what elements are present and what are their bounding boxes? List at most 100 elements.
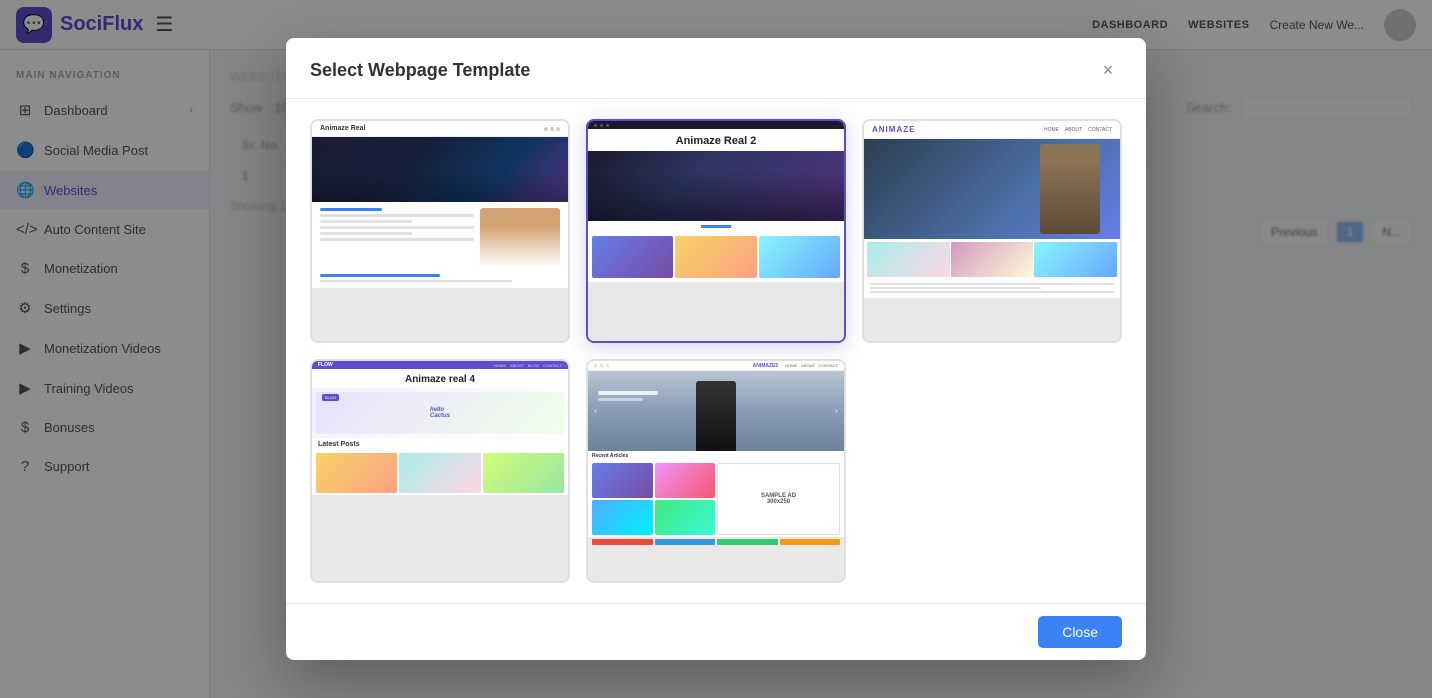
template-preview-3: ANIMAZE HOME ABOUT CONTACT <box>864 121 1120 341</box>
tpl2-dot-3 <box>606 124 609 127</box>
tpl5-color-2 <box>655 539 716 545</box>
template-card-animaze-real-2[interactable]: Animaze Real 2 <box>586 119 846 343</box>
tpl3-row-2 <box>870 287 1041 289</box>
tpl1-line-4 <box>320 232 412 235</box>
tpl4-nav: HOME ABOUT BLOG CONTACT <box>494 363 562 368</box>
tpl1-dot-2 <box>550 127 554 131</box>
modal-overlay[interactable]: Select Webpage Template × Animaze Real <box>0 0 1432 698</box>
tpl5-nav-2: ABOUT <box>801 363 815 368</box>
tpl3-row-1 <box>870 283 1114 285</box>
tpl2-hero-image <box>588 171 844 221</box>
template-card-animaze-5[interactable]: ANIMAZE5 HOME ABOUT CONTACT <box>586 359 846 583</box>
tpl1-line-blue <box>320 208 382 211</box>
tpl4-title-text: Animaze real 4 <box>320 374 560 385</box>
template-card-animaze-3[interactable]: ANIMAZE HOME ABOUT CONTACT <box>862 119 1122 343</box>
template-card-animaze-real-1[interactable]: Animaze Real <box>310 119 570 343</box>
tpl3-bottom-images <box>864 239 1120 280</box>
modal-close-footer-button[interactable]: Close <box>1038 616 1122 648</box>
tpl3-hero <box>864 139 1120 239</box>
tpl5-ad-4 <box>655 500 716 535</box>
tpl2-grid-item-1 <box>592 236 673 278</box>
tpl4-logo-text: FLOW <box>318 362 333 368</box>
tpl3-header: ANIMAZE HOME ABOUT CONTACT <box>864 121 1120 139</box>
tpl1-person-graphic <box>480 208 560 268</box>
tpl5-hero-line-2 <box>598 398 643 401</box>
tpl1-logo-text: Animaze Real <box>320 125 366 132</box>
template-card-animaze-real-4[interactable]: FLOW HOME ABOUT BLOG CONTACT Animaze rea… <box>310 359 570 583</box>
tpl5-ads-label: Recent Articles <box>588 451 844 461</box>
tpl1-text-col <box>320 208 474 268</box>
tpl1-hero-image <box>312 137 568 202</box>
tpl2-dot-1 <box>594 124 597 127</box>
tpl5-hero-person <box>696 381 736 451</box>
tpl3-img-3 <box>1034 242 1117 277</box>
tpl1-header: Animaze Real <box>312 121 568 137</box>
modal-footer: Close <box>286 603 1146 660</box>
tpl4-hero-inner: helloCactus <box>316 392 564 434</box>
tpl4-header: FLOW HOME ABOUT BLOG CONTACT <box>312 361 568 369</box>
tpl1-line-2 <box>320 220 412 223</box>
tpl4-post-2 <box>399 453 480 493</box>
tpl3-nav-3: CONTACT <box>1088 127 1112 133</box>
tpl5-ad-2 <box>655 463 716 498</box>
template-preview-2: Animaze Real 2 <box>588 121 844 341</box>
templates-grid: Animaze Real <box>310 119 1122 583</box>
tpl1-footer-line <box>320 280 512 282</box>
tpl1-dot-3 <box>556 127 560 131</box>
tpl5-nav-3: CONTACT <box>819 363 838 368</box>
tpl2-dot-2 <box>600 124 603 127</box>
tpl4-hero-text: helloCactus <box>430 407 450 419</box>
tpl3-nav-1: HOME <box>1044 127 1059 133</box>
tpl3-person-graphic <box>1040 144 1100 234</box>
tpl5-bottom-colors <box>592 539 840 545</box>
tpl5-logo-text: ANIMAZE5 <box>753 363 779 369</box>
tpl1-line-3 <box>320 226 474 229</box>
tpl5-dot-2 <box>600 364 603 367</box>
tpl4-posts-grid <box>312 451 568 495</box>
tpl5-hero-line-1 <box>598 391 658 395</box>
tpl5-ad-sample-text: SAMPLE AD300x250 <box>761 493 796 505</box>
tpl5-color-3 <box>717 539 778 545</box>
template-preview-5: ANIMAZE5 HOME ABOUT CONTACT <box>588 361 844 581</box>
tpl1-line-5 <box>320 238 474 241</box>
tpl3-row-3 <box>870 291 1114 293</box>
tpl1-content <box>312 202 568 288</box>
tpl1-dots <box>544 127 560 131</box>
tpl4-post-1 <box>316 453 397 493</box>
tpl5-mini-bar: ANIMAZE5 HOME ABOUT CONTACT <box>588 361 844 371</box>
tpl2-grid-item-3 <box>759 236 840 278</box>
tpl4-nav-4: CONTACT <box>543 363 562 368</box>
tpl3-nav-2: ABOUT <box>1065 127 1082 133</box>
modal-close-button[interactable]: × <box>1094 56 1122 84</box>
modal-header: Select Webpage Template × <box>286 38 1146 99</box>
modal-body: Animaze Real <box>286 99 1146 603</box>
tpl5-hero: ‹ › <box>588 371 844 451</box>
tpl1-line-1 <box>320 214 474 217</box>
tpl3-nav: HOME ABOUT CONTACT <box>1044 127 1112 133</box>
tpl5-ad-right-block: SAMPLE AD300x250 <box>717 463 840 535</box>
tpl5-ads-grid: SAMPLE AD300x250 <box>588 461 844 537</box>
tpl5-ad-1 <box>592 463 653 498</box>
tpl3-text-rows <box>864 280 1120 298</box>
tpl5-dot-3 <box>606 364 609 367</box>
tpl1-content-row <box>320 208 560 268</box>
tpl5-ad-3 <box>592 500 653 535</box>
tpl2-title-text: Animaze Real 2 <box>596 135 836 147</box>
tpl4-title-area: Animaze real 4 <box>312 369 568 388</box>
tpl2-indicator <box>588 221 844 232</box>
tpl4-nav-2: ABOUT <box>510 363 524 368</box>
tpl3-img-1 <box>867 242 950 277</box>
tpl3-logo-text: ANIMAZE <box>872 125 915 134</box>
tpl5-color-1 <box>592 539 653 545</box>
tpl1-person-img <box>480 208 560 268</box>
tpl3-img-2 <box>951 242 1034 277</box>
template-preview-1: Animaze Real <box>312 121 568 341</box>
template-selection-modal: Select Webpage Template × Animaze Real <box>286 38 1146 660</box>
tpl2-mini-bar <box>588 121 844 129</box>
tpl2-bottom-grid <box>588 232 844 282</box>
tpl5-arrow-left-icon: ‹ <box>594 406 597 417</box>
tpl1-hero <box>312 137 568 202</box>
tpl5-nav-1: HOME <box>785 363 797 368</box>
tpl4-posts-label: Latest Posts <box>312 438 568 451</box>
tpl5-ad-grid-left <box>592 463 715 535</box>
